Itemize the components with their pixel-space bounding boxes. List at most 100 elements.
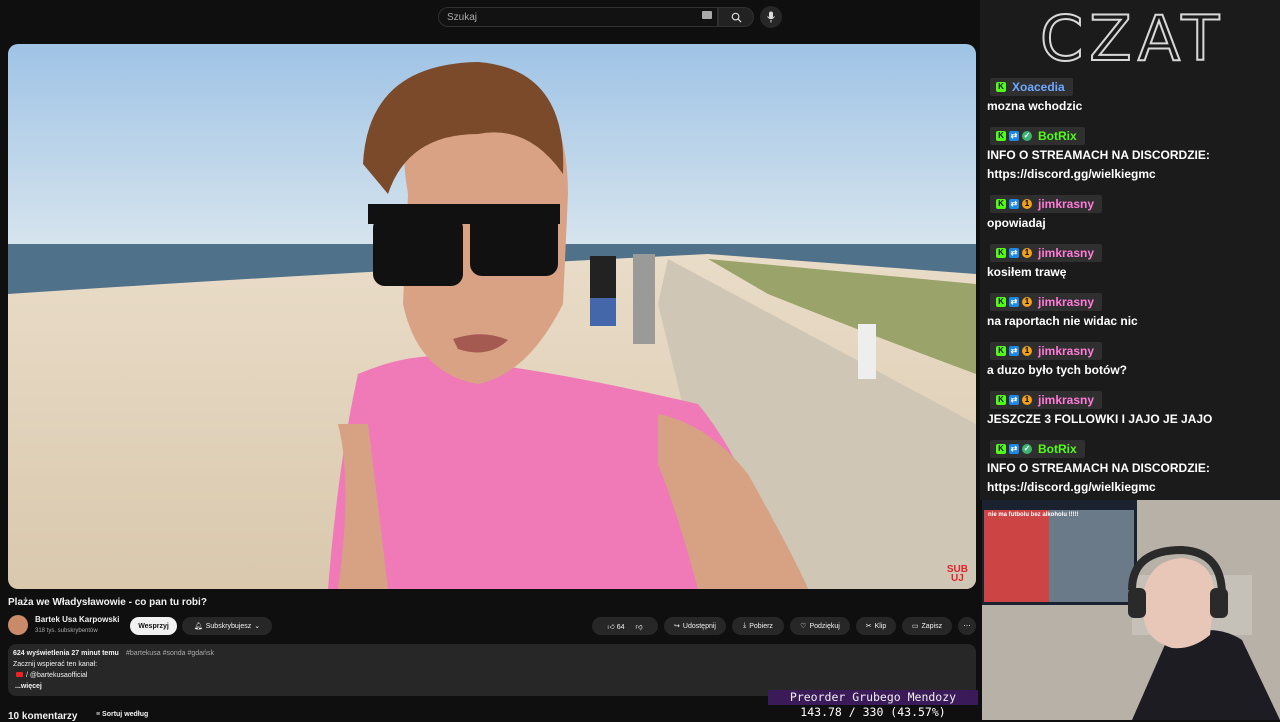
webcam-banner: nie ma futbolu bez alkoholu !!!!! [988, 512, 1079, 518]
chat-username[interactable]: K ⇄ 1 jimkrasny [990, 293, 1103, 311]
sort-label: Sortuj według [102, 711, 149, 718]
badge-icon: ⇄ [1009, 131, 1019, 141]
chat-username[interactable]: K ⇄ 1 jimkrasny [990, 342, 1103, 360]
more-link[interactable]: ...więcej [15, 683, 42, 690]
channel-name[interactable]: Bartek Usa Karpowski [35, 615, 119, 624]
chat-username[interactable]: K ⇄ 1 jimkrasny [990, 195, 1103, 213]
download-button[interactable]: ⤓ Pobierz [732, 617, 784, 635]
badge-icon: K [996, 395, 1006, 405]
chat-title-text: CZAT [1040, 10, 1225, 68]
dislike-button[interactable]: 👎︎ [635, 622, 642, 631]
chat-username-label: jimkrasny [1038, 393, 1095, 407]
chat-username[interactable]: K ⇄ 1 jimkrasny [990, 391, 1103, 409]
chat-username-label: BotRix [1038, 129, 1077, 143]
webcam-feed: nie ma futbolu bez alkoholu !!!!! [982, 500, 1280, 720]
badge-icon: K [996, 199, 1006, 209]
goal-title: Preorder Grubego Mendozy [768, 690, 978, 705]
webcam-image [982, 500, 1280, 720]
subscribed-button[interactable]: 🔔︎ Subskrybujesz ⌄ [182, 617, 272, 635]
sort-button[interactable]: ≡ Sortuj według [96, 711, 148, 718]
search-button[interactable] [718, 7, 754, 27]
heart-dollar-icon: ♡ [800, 623, 807, 630]
badge-icon: ⇄ [1009, 248, 1019, 258]
chat-username[interactable]: K ⇄ 1 jimkrasny [990, 244, 1103, 262]
chat-message-text: a duzo było tych botów? [987, 363, 1127, 377]
badge-icon: ⇄ [1009, 444, 1019, 454]
badge-icon: 1 [1022, 248, 1032, 258]
chat-username-label: BotRix [1038, 442, 1077, 456]
like-button[interactable]: 👍︎ 64 [607, 622, 624, 631]
download-label: Pobierz [749, 622, 773, 630]
chat-message-text: kosiłem trawę [987, 265, 1067, 279]
subscriber-count: 318 tys. subskrybentów [35, 628, 98, 634]
save-button[interactable]: ▭ Zapisz [902, 617, 952, 635]
chat-message-text: mozna wchodzic [987, 99, 1083, 113]
share-icon: ↪ [674, 623, 680, 630]
chat-title: CZAT [1039, 1, 1250, 76]
bell-icon: 🔔︎ [193, 623, 203, 630]
badge-icon: 1 [1022, 346, 1032, 356]
badge-icon: 1 [1022, 297, 1032, 307]
chat-title-art: CZAT [1039, 1, 1225, 76]
support-label: Wesprzyj [138, 622, 169, 630]
youtube-icon [16, 672, 23, 679]
like-dislike-group: 👍︎ 64 👎︎ [592, 617, 658, 635]
channel-avatar[interactable] [8, 615, 28, 635]
clip-button[interactable]: ✂ Klip [856, 617, 896, 635]
save-label: Zapisz [921, 622, 943, 630]
goal-progress: 143.78 / 330 (43.57%) [800, 705, 946, 719]
video-player[interactable]: SUB UJ [8, 44, 976, 589]
badge-icon: K [996, 248, 1006, 258]
chat-message-text: opowiadaj [987, 216, 1046, 230]
comments-count: 10 komentarzy [8, 711, 78, 722]
thumbs-up-icon: 👍︎ [607, 623, 615, 631]
chat-username-label: jimkrasny [1038, 295, 1095, 309]
more-actions-button[interactable]: ⋯ [958, 617, 976, 635]
save-icon: ▭ [911, 623, 919, 630]
badge-icon: 1 [1022, 395, 1032, 405]
voice-search-button[interactable] [760, 6, 782, 28]
badge-icon: K [996, 444, 1006, 454]
badge-icon: K [996, 346, 1006, 356]
chevron-down-icon: ⌄ [254, 623, 261, 630]
search-icon [731, 12, 742, 23]
clip-label: Klip [874, 622, 887, 630]
thanks-button[interactable]: ♡ Podziękuj [790, 617, 850, 635]
badge-icon: ⇄ [1009, 395, 1019, 405]
channel-link[interactable]: / @bartekusaofficial [26, 672, 87, 679]
like-count: 64 [616, 623, 625, 631]
video-frame [8, 44, 976, 589]
support-button[interactable]: Wesprzyj [130, 617, 177, 635]
description-box[interactable]: 624 wyświetlenia 27 minut temu #bartekus… [8, 644, 976, 696]
badge-icon: ✓ [1022, 131, 1032, 141]
more-icon: ⋯ [963, 623, 971, 630]
keyboard-icon[interactable] [702, 11, 712, 19]
download-icon: ⤓ [743, 622, 747, 629]
badge-icon: 1 [1022, 199, 1032, 209]
thanks-label: Podziękuj [809, 622, 840, 630]
description-line: Zacznij wspierać ten kanał: [13, 661, 98, 668]
chat-username[interactable]: K ⇄ ✓ BotRix [990, 127, 1085, 145]
share-button[interactable]: ↪ Udostępnij [664, 617, 726, 635]
chat-username-label: Xoacedia [1012, 80, 1065, 94]
scissors-icon: ✂ [865, 623, 872, 630]
badge-icon: ⇄ [1009, 297, 1019, 307]
chat-username-label: jimkrasny [1038, 344, 1095, 358]
badge-icon: ⇄ [1009, 346, 1019, 356]
subscribed-label: Subskrybujesz [205, 622, 252, 630]
video-title: Plaża we Władysławowie - co pan tu robi? [8, 597, 207, 608]
hashtags[interactable]: #bartekusa #sonda #gdańsk [126, 650, 214, 657]
chat-username[interactable]: K Xoacedia [990, 78, 1073, 96]
watermark-line2: UJ [951, 573, 964, 584]
chat-username-label: jimkrasny [1038, 197, 1095, 211]
badge-icon: ✓ [1022, 444, 1032, 454]
microphone-icon [767, 11, 775, 23]
channel-watermark[interactable]: SUB UJ [947, 565, 968, 584]
chat-message-text: JESZCZE 3 FOLLOWKI I JAJO JE JAJO [987, 412, 1213, 426]
chat-message-text: na raportach nie widac nic [987, 314, 1138, 328]
thumbs-down-icon: 👎︎ [635, 623, 643, 631]
search-input[interactable]: Szukaj [438, 7, 718, 27]
chat-username[interactable]: K ⇄ ✓ BotRix [990, 440, 1085, 458]
share-label: Udostępnij [682, 622, 716, 630]
badge-icon: K [996, 297, 1006, 307]
